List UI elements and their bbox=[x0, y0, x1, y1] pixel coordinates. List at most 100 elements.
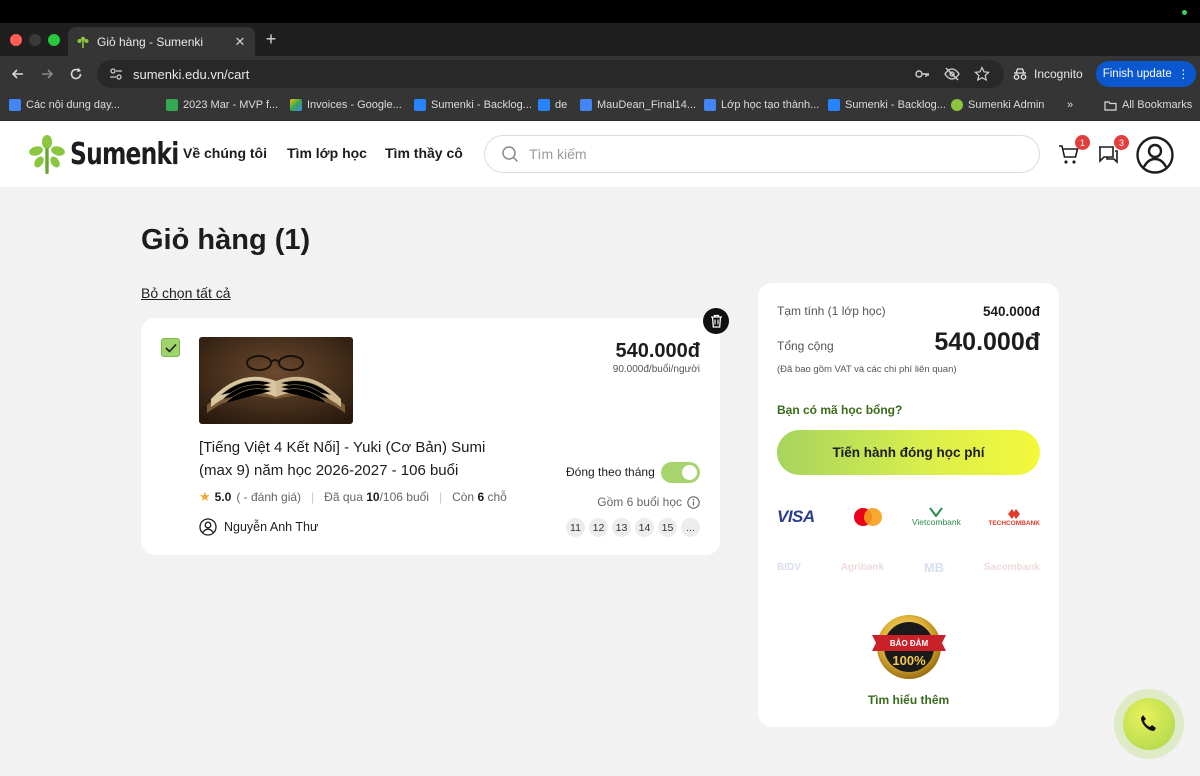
all-bookmarks-button[interactable]: All Bookmarks bbox=[1104, 99, 1192, 111]
window-minimize-button[interactable] bbox=[29, 34, 41, 46]
progress-total: /106 buổi bbox=[379, 490, 429, 504]
user-icon bbox=[199, 518, 217, 536]
proceed-payment-button[interactable]: Tiến hành đóng học phí bbox=[777, 430, 1040, 475]
back-arrow-icon[interactable] bbox=[8, 64, 28, 84]
call-button[interactable] bbox=[1123, 698, 1175, 750]
progress-done: 10 bbox=[366, 490, 380, 504]
delete-item-button[interactable] bbox=[703, 308, 729, 334]
bookmark-item[interactable]: Sumenki Admin bbox=[951, 99, 1044, 111]
site-header: Sumenki Về chúng tôi Tìm lớp học Tìm thầ… bbox=[0, 121, 1200, 187]
forward-arrow-icon[interactable] bbox=[37, 64, 57, 84]
payment-row-primary: VISA Vietcombank TECHCOMBANK bbox=[777, 505, 1040, 529]
browser-tab-bar: Giỏ hàng - Sumenki ✕ + bbox=[0, 23, 1200, 56]
rating-note: ( - đánh giá) bbox=[236, 490, 302, 504]
docs-icon bbox=[704, 99, 716, 111]
nav-about[interactable]: Về chúng tôi bbox=[183, 145, 267, 161]
remaining-suffix: chỗ bbox=[487, 490, 507, 504]
address-bar[interactable]: sumenki.edu.vn/cart bbox=[97, 60, 1004, 88]
session-chip-more[interactable]: ... bbox=[681, 518, 700, 537]
new-tab-icon[interactable]: + bbox=[262, 29, 280, 50]
item-unit-price: 90.000đ/buổi/người bbox=[612, 364, 700, 375]
open-book-image bbox=[199, 337, 353, 424]
finish-update-label: Finish update bbox=[1102, 68, 1172, 80]
cart-badge: 1 bbox=[1075, 135, 1090, 150]
techcombank-logo: TECHCOMBANK bbox=[988, 508, 1040, 527]
course-title-link[interactable]: [Tiếng Việt 4 Kết Nối] - Yuki (Cơ Bản) S… bbox=[199, 436, 509, 482]
sessions-note: Gồm 6 buổi học bbox=[597, 495, 700, 509]
toggle-knob bbox=[682, 465, 697, 480]
browser-toolbar: sumenki.edu.vn/cart Incognito Finish upd… bbox=[0, 56, 1200, 92]
docs-icon bbox=[9, 99, 21, 111]
search-input[interactable]: Tìm kiếm bbox=[484, 135, 1040, 173]
finish-update-button[interactable]: Finish update ⋮ bbox=[1096, 61, 1196, 87]
sumenki-logo[interactable]: Sumenki bbox=[28, 134, 209, 174]
bookmark-item[interactable]: de bbox=[538, 99, 567, 111]
incognito-label: Incognito bbox=[1034, 67, 1083, 81]
user-avatar-button[interactable] bbox=[1136, 136, 1174, 174]
phone-icon bbox=[1141, 715, 1156, 731]
deselect-all-link[interactable]: Bỏ chọn tất cả bbox=[141, 285, 231, 301]
scholarship-code-link[interactable]: Bạn có mã học bổng? bbox=[777, 403, 902, 417]
docs-icon bbox=[580, 99, 592, 111]
session-chip[interactable]: 13 bbox=[612, 518, 631, 537]
seal-top-text: BẢO ĐẢM bbox=[890, 639, 929, 648]
folder-icon bbox=[1104, 100, 1117, 111]
user-avatar-icon bbox=[1136, 136, 1174, 174]
sumenki-icon bbox=[951, 99, 963, 111]
subtotal-label: Tạm tính (1 lớp học) bbox=[777, 304, 886, 318]
trash-icon bbox=[710, 314, 722, 328]
vat-note: (Đã bao gồm VAT và các chi phí liên quan… bbox=[777, 364, 957, 375]
bookmark-item[interactable]: MauDean_Final14... bbox=[580, 99, 696, 111]
bookmark-item[interactable]: Các nội dung dạy... bbox=[9, 99, 120, 111]
jira-icon bbox=[538, 99, 550, 111]
course-thumbnail[interactable] bbox=[199, 337, 353, 424]
bookmark-label: Sumenki - Backlog... bbox=[845, 99, 946, 111]
session-chip[interactable]: 11 bbox=[566, 518, 585, 537]
teacher-name: Nguyễn Anh Thư bbox=[224, 520, 319, 534]
monthly-payment-toggle[interactable] bbox=[661, 462, 700, 483]
chat-badge: 3 bbox=[1114, 135, 1129, 150]
total-label: Tổng cộng bbox=[777, 339, 834, 353]
techcombank-mark-icon bbox=[1008, 508, 1021, 519]
sumenki-favicon-icon bbox=[77, 36, 89, 48]
mastercard-logo-icon bbox=[854, 508, 883, 526]
learn-more-link[interactable]: Tìm hiểu thêm bbox=[758, 693, 1059, 707]
payment-row-secondary: BIDV Agribank MB Sacombank bbox=[777, 557, 1040, 577]
info-icon[interactable] bbox=[687, 495, 700, 509]
nav-find-teacher[interactable]: Tìm thầy cô bbox=[385, 145, 463, 161]
jira-icon bbox=[828, 99, 840, 111]
agribank-logo: Agribank bbox=[840, 561, 885, 573]
browser-tab-active[interactable]: Giỏ hàng - Sumenki ✕ bbox=[68, 27, 255, 56]
teacher-link[interactable]: Nguyễn Anh Thư bbox=[199, 518, 318, 536]
vietcombank-mark-icon bbox=[929, 507, 944, 517]
site-settings-icon[interactable] bbox=[109, 67, 123, 81]
call-fab[interactable] bbox=[1114, 689, 1184, 759]
bookmarks-overflow-button[interactable]: » bbox=[1067, 99, 1073, 111]
eye-off-icon[interactable] bbox=[944, 66, 960, 82]
cart-button[interactable]: 1 bbox=[1058, 135, 1090, 167]
session-chip[interactable]: 14 bbox=[635, 518, 654, 537]
bookmark-item[interactable]: Sumenki - Backlog... bbox=[414, 99, 532, 111]
page-title: Giỏ hàng (1) bbox=[141, 224, 311, 256]
drive-icon bbox=[290, 99, 302, 111]
bookmark-item[interactable]: Sumenki - Backlog... bbox=[828, 99, 946, 111]
techcombank-text: TECHCOMBANK bbox=[988, 519, 1040, 527]
bookmark-star-icon[interactable] bbox=[974, 66, 990, 82]
incognito-indicator[interactable]: Incognito bbox=[1012, 62, 1083, 86]
nav-find-class[interactable]: Tìm lớp học bbox=[287, 145, 367, 161]
reload-icon[interactable] bbox=[66, 64, 86, 84]
session-chip[interactable]: 12 bbox=[589, 518, 608, 537]
bookmark-item[interactable]: Lớp học tạo thành... bbox=[704, 99, 819, 111]
bookmark-item[interactable]: 2023 Mar - MVP f... bbox=[166, 99, 278, 111]
tab-close-icon[interactable]: ✕ bbox=[233, 34, 247, 50]
window-zoom-button[interactable] bbox=[48, 34, 60, 46]
window-close-button[interactable] bbox=[10, 34, 22, 46]
meta-divider: | bbox=[438, 490, 443, 504]
item-checkbox[interactable] bbox=[161, 338, 180, 357]
more-vertical-icon: ⋮ bbox=[1177, 69, 1190, 81]
password-key-icon[interactable] bbox=[914, 66, 930, 82]
chat-button[interactable]: 3 bbox=[1097, 135, 1129, 167]
incognito-icon bbox=[1013, 68, 1027, 80]
bookmark-item[interactable]: Invoices - Google... bbox=[290, 99, 402, 111]
session-chip[interactable]: 15 bbox=[658, 518, 677, 537]
